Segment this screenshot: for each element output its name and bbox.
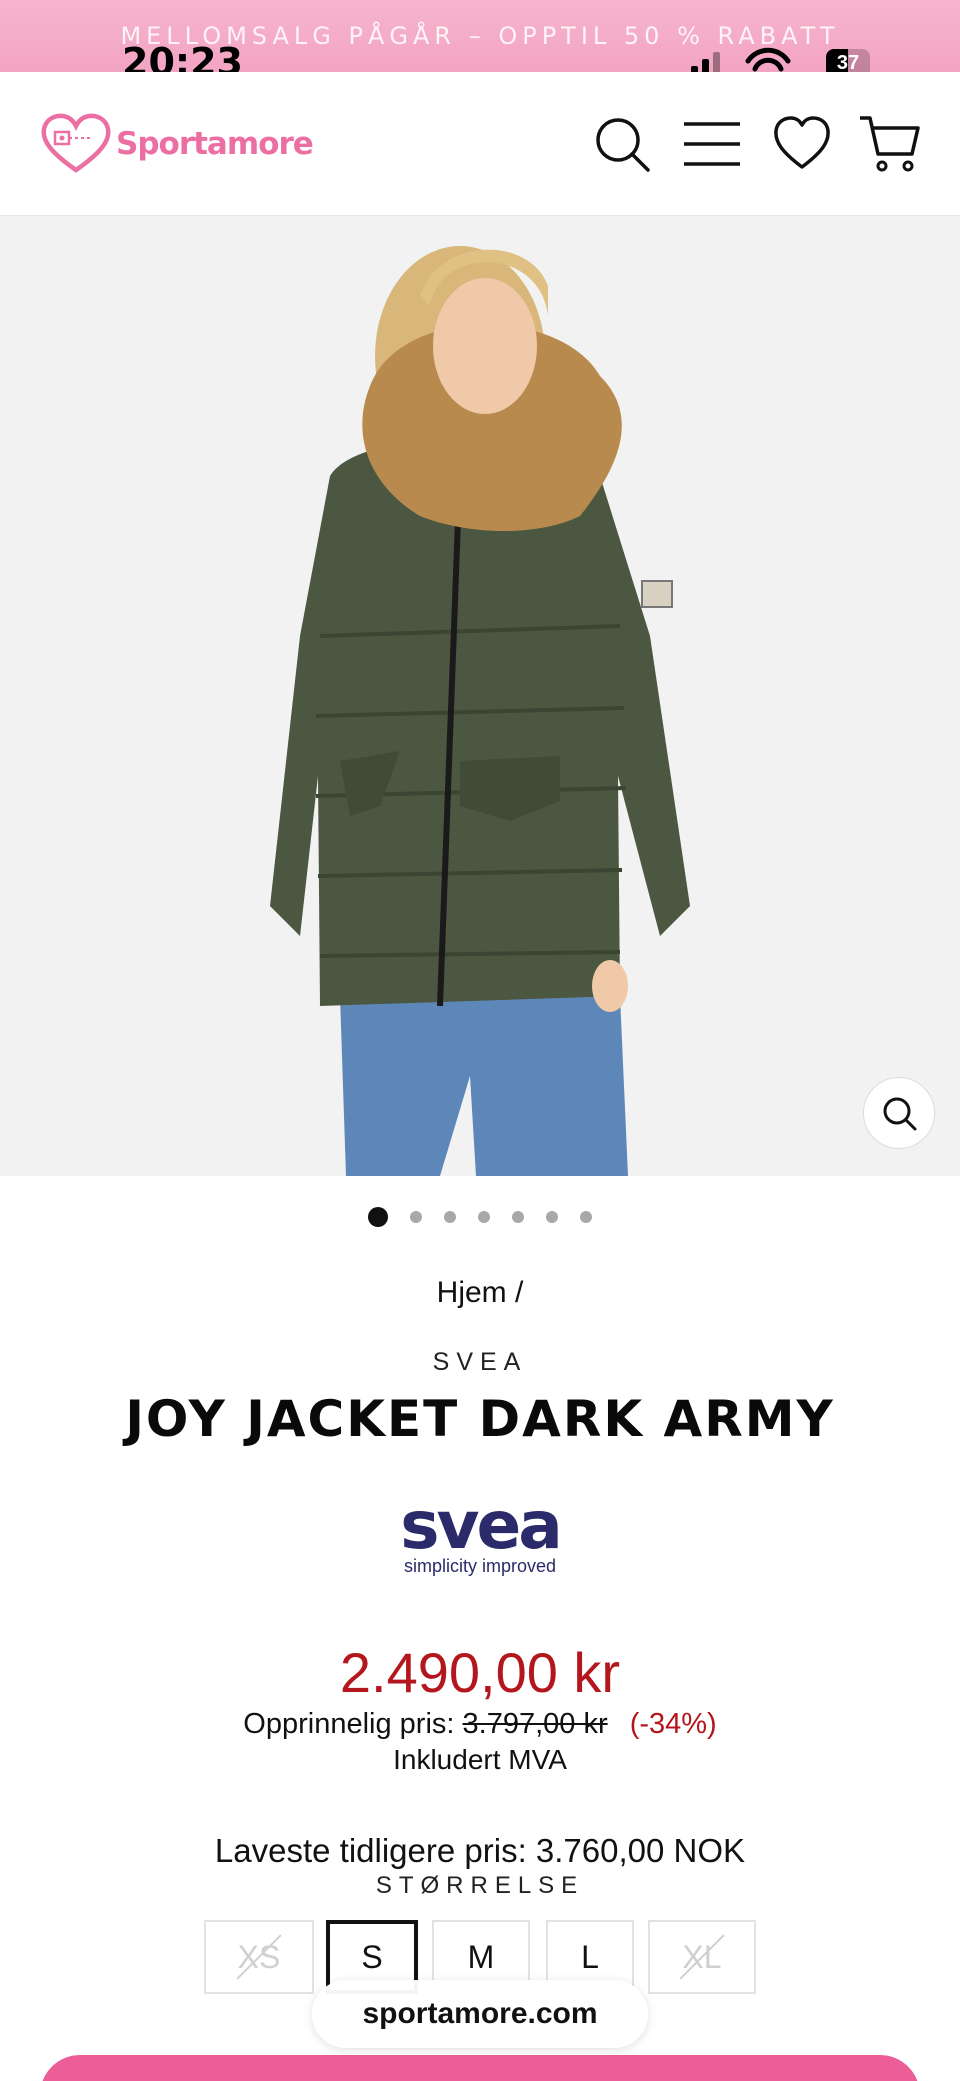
brand-logo[interactable]: svea simplicity improved <box>385 1487 575 1580</box>
vat-note: Inkludert MVA <box>393 1744 567 1775</box>
size-option-label: XS <box>237 1939 281 1975</box>
size-option-label: XL <box>682 1939 722 1975</box>
menu-icon[interactable] <box>680 112 744 176</box>
zoom-icon <box>883 1097 917 1131</box>
size-option-xs[interactable]: XS <box>204 1920 314 1994</box>
sale-price: 2.490,00 kr <box>339 1641 621 1704</box>
logo-text: Sportamore <box>116 126 314 162</box>
heart-logo-icon <box>41 113 111 173</box>
original-price: 3.797,00 kr <box>462 1708 608 1740</box>
carousel-dot[interactable] <box>368 1207 388 1227</box>
carousel-dot[interactable] <box>580 1211 592 1223</box>
carousel-dot[interactable] <box>546 1211 558 1223</box>
carousel-dots <box>0 1207 960 1231</box>
carousel-dot[interactable] <box>478 1211 490 1223</box>
browser-url-bar[interactable]: sportamore.com <box>312 1980 648 2048</box>
size-option-label: S <box>361 1939 383 1975</box>
breadcrumb[interactable]: Hjem / <box>0 1276 960 1310</box>
sportamore-logo[interactable]: Sportamore <box>40 112 314 176</box>
lowest-previous-price: Laveste tidligere pris: 3.760,00 NOK <box>214 1832 746 1869</box>
product-photo <box>270 246 690 1176</box>
heart-icon[interactable] <box>770 112 834 176</box>
product-title: JOY JACKET DARK ARMY <box>125 1390 835 1448</box>
brand-logo-tagline: simplicity improved <box>404 1556 556 1576</box>
search-icon[interactable] <box>590 112 654 176</box>
battery-level: 37 <box>836 52 860 74</box>
zoom-button[interactable] <box>863 1077 935 1149</box>
size-option-label: M <box>467 1939 495 1975</box>
original-price-row: Opprinnelig pris: 3.797,00 kr (-34%) <box>0 1708 960 1741</box>
size-option-xl[interactable]: XL <box>648 1920 756 1994</box>
product-brand[interactable]: SVEA <box>0 1348 960 1377</box>
size-option-label: L <box>581 1939 599 1975</box>
size-label: STØRRELSE <box>375 1872 585 1899</box>
original-price-label: Opprinnelig pris: <box>243 1708 455 1740</box>
add-to-cart-button[interactable] <box>40 2055 920 2081</box>
carousel-dot[interactable] <box>512 1211 524 1223</box>
discount-badge: (-34%) <box>629 1708 717 1740</box>
brand-logo-name: svea <box>400 1490 560 1564</box>
carousel-dot[interactable] <box>444 1211 456 1223</box>
cart-icon[interactable] <box>858 112 922 176</box>
carousel-dot[interactable] <box>410 1211 422 1223</box>
product-image[interactable] <box>0 216 960 1176</box>
site-header: Sportamore <box>0 72 960 216</box>
